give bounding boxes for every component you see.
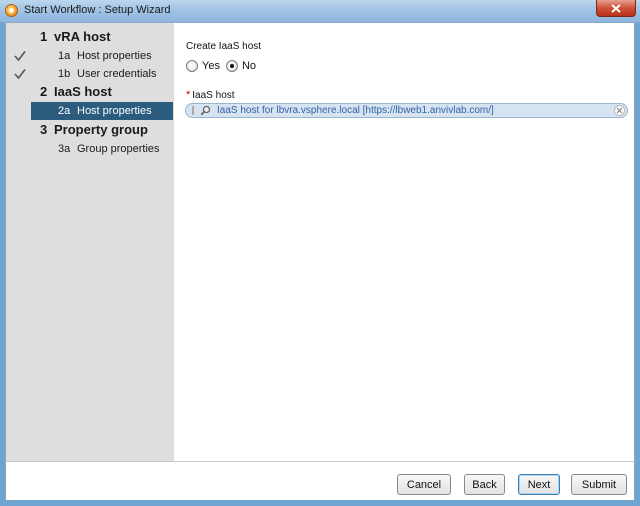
wizard-steps-sidebar: 1 vRA host 1a Host properties 1b User cr… bbox=[6, 23, 174, 461]
wizard-content: Create IaaS host Yes No * IaaS host IaaS … bbox=[174, 23, 634, 461]
title-bar: Start Workflow : Setup Wizard bbox=[0, 0, 640, 23]
next-button[interactable]: Next bbox=[518, 474, 560, 495]
step-number: 1a bbox=[58, 50, 71, 62]
cancel-button[interactable]: Cancel bbox=[397, 474, 451, 495]
step-number: 1b bbox=[58, 68, 71, 80]
create-iaas-host-label: Create IaaS host bbox=[186, 41, 262, 52]
step-number: 1 bbox=[40, 29, 48, 44]
yes-radio-label[interactable]: Yes bbox=[202, 60, 220, 72]
back-button[interactable]: Back bbox=[464, 474, 505, 495]
no-radio-label[interactable]: No bbox=[242, 60, 256, 72]
step-number: 3a bbox=[58, 143, 71, 155]
step-3a-group-properties[interactable]: 3a Group properties bbox=[6, 140, 174, 158]
step-label: IaaS host bbox=[54, 84, 112, 99]
step-2-iaas-host[interactable]: 2 IaaS host bbox=[6, 83, 174, 101]
iaas-host-chooser[interactable]: IaaS host for lbvra.vsphere.local [https… bbox=[185, 103, 628, 118]
orchestrator-app-icon bbox=[5, 4, 18, 17]
step-1-vra-host[interactable]: 1 vRA host bbox=[6, 28, 174, 46]
wizard-footer: Cancel Back Next Submit bbox=[6, 461, 634, 500]
step-1b-user-credentials[interactable]: 1b User credentials bbox=[6, 65, 174, 83]
close-button[interactable] bbox=[596, 0, 636, 17]
submit-button[interactable]: Submit bbox=[571, 474, 627, 495]
step-label: Property group bbox=[54, 122, 148, 137]
create-iaas-host-radio-group: Yes No bbox=[186, 59, 262, 73]
close-icon bbox=[611, 3, 621, 13]
required-asterisk: * bbox=[186, 89, 191, 101]
step-3-property-group[interactable]: 3 Property group bbox=[6, 121, 174, 139]
step-label: User credentials bbox=[77, 68, 157, 80]
wizard-window: 1 vRA host 1a Host properties 1b User cr… bbox=[5, 22, 635, 500]
iaas-host-label-text: IaaS host bbox=[192, 90, 235, 101]
step-number: 3 bbox=[40, 122, 48, 137]
step-label: Host properties bbox=[77, 50, 152, 62]
yes-radio[interactable] bbox=[186, 60, 198, 72]
clear-icon bbox=[616, 107, 623, 114]
step-label: vRA host bbox=[54, 29, 111, 44]
step-1a-host-properties[interactable]: 1a Host properties bbox=[6, 47, 174, 65]
search-icon[interactable] bbox=[200, 105, 211, 116]
step-number: 2 bbox=[40, 84, 48, 99]
checkmark-icon bbox=[14, 69, 26, 80]
step-label: Group properties bbox=[77, 143, 160, 155]
step-2a-host-properties[interactable]: 2a Host properties bbox=[31, 102, 173, 120]
step-label: Host properties bbox=[77, 105, 152, 117]
no-radio[interactable] bbox=[225, 60, 238, 72]
checkmark-icon bbox=[14, 51, 26, 62]
drag-handle-icon bbox=[192, 106, 194, 115]
step-number: 2a bbox=[58, 105, 71, 117]
window-title: Start Workflow : Setup Wizard bbox=[24, 4, 171, 16]
iaas-host-value: IaaS host for lbvra.vsphere.local [https… bbox=[217, 105, 494, 116]
iaas-host-field-label: * IaaS host bbox=[186, 89, 235, 101]
clear-button[interactable] bbox=[614, 105, 625, 116]
